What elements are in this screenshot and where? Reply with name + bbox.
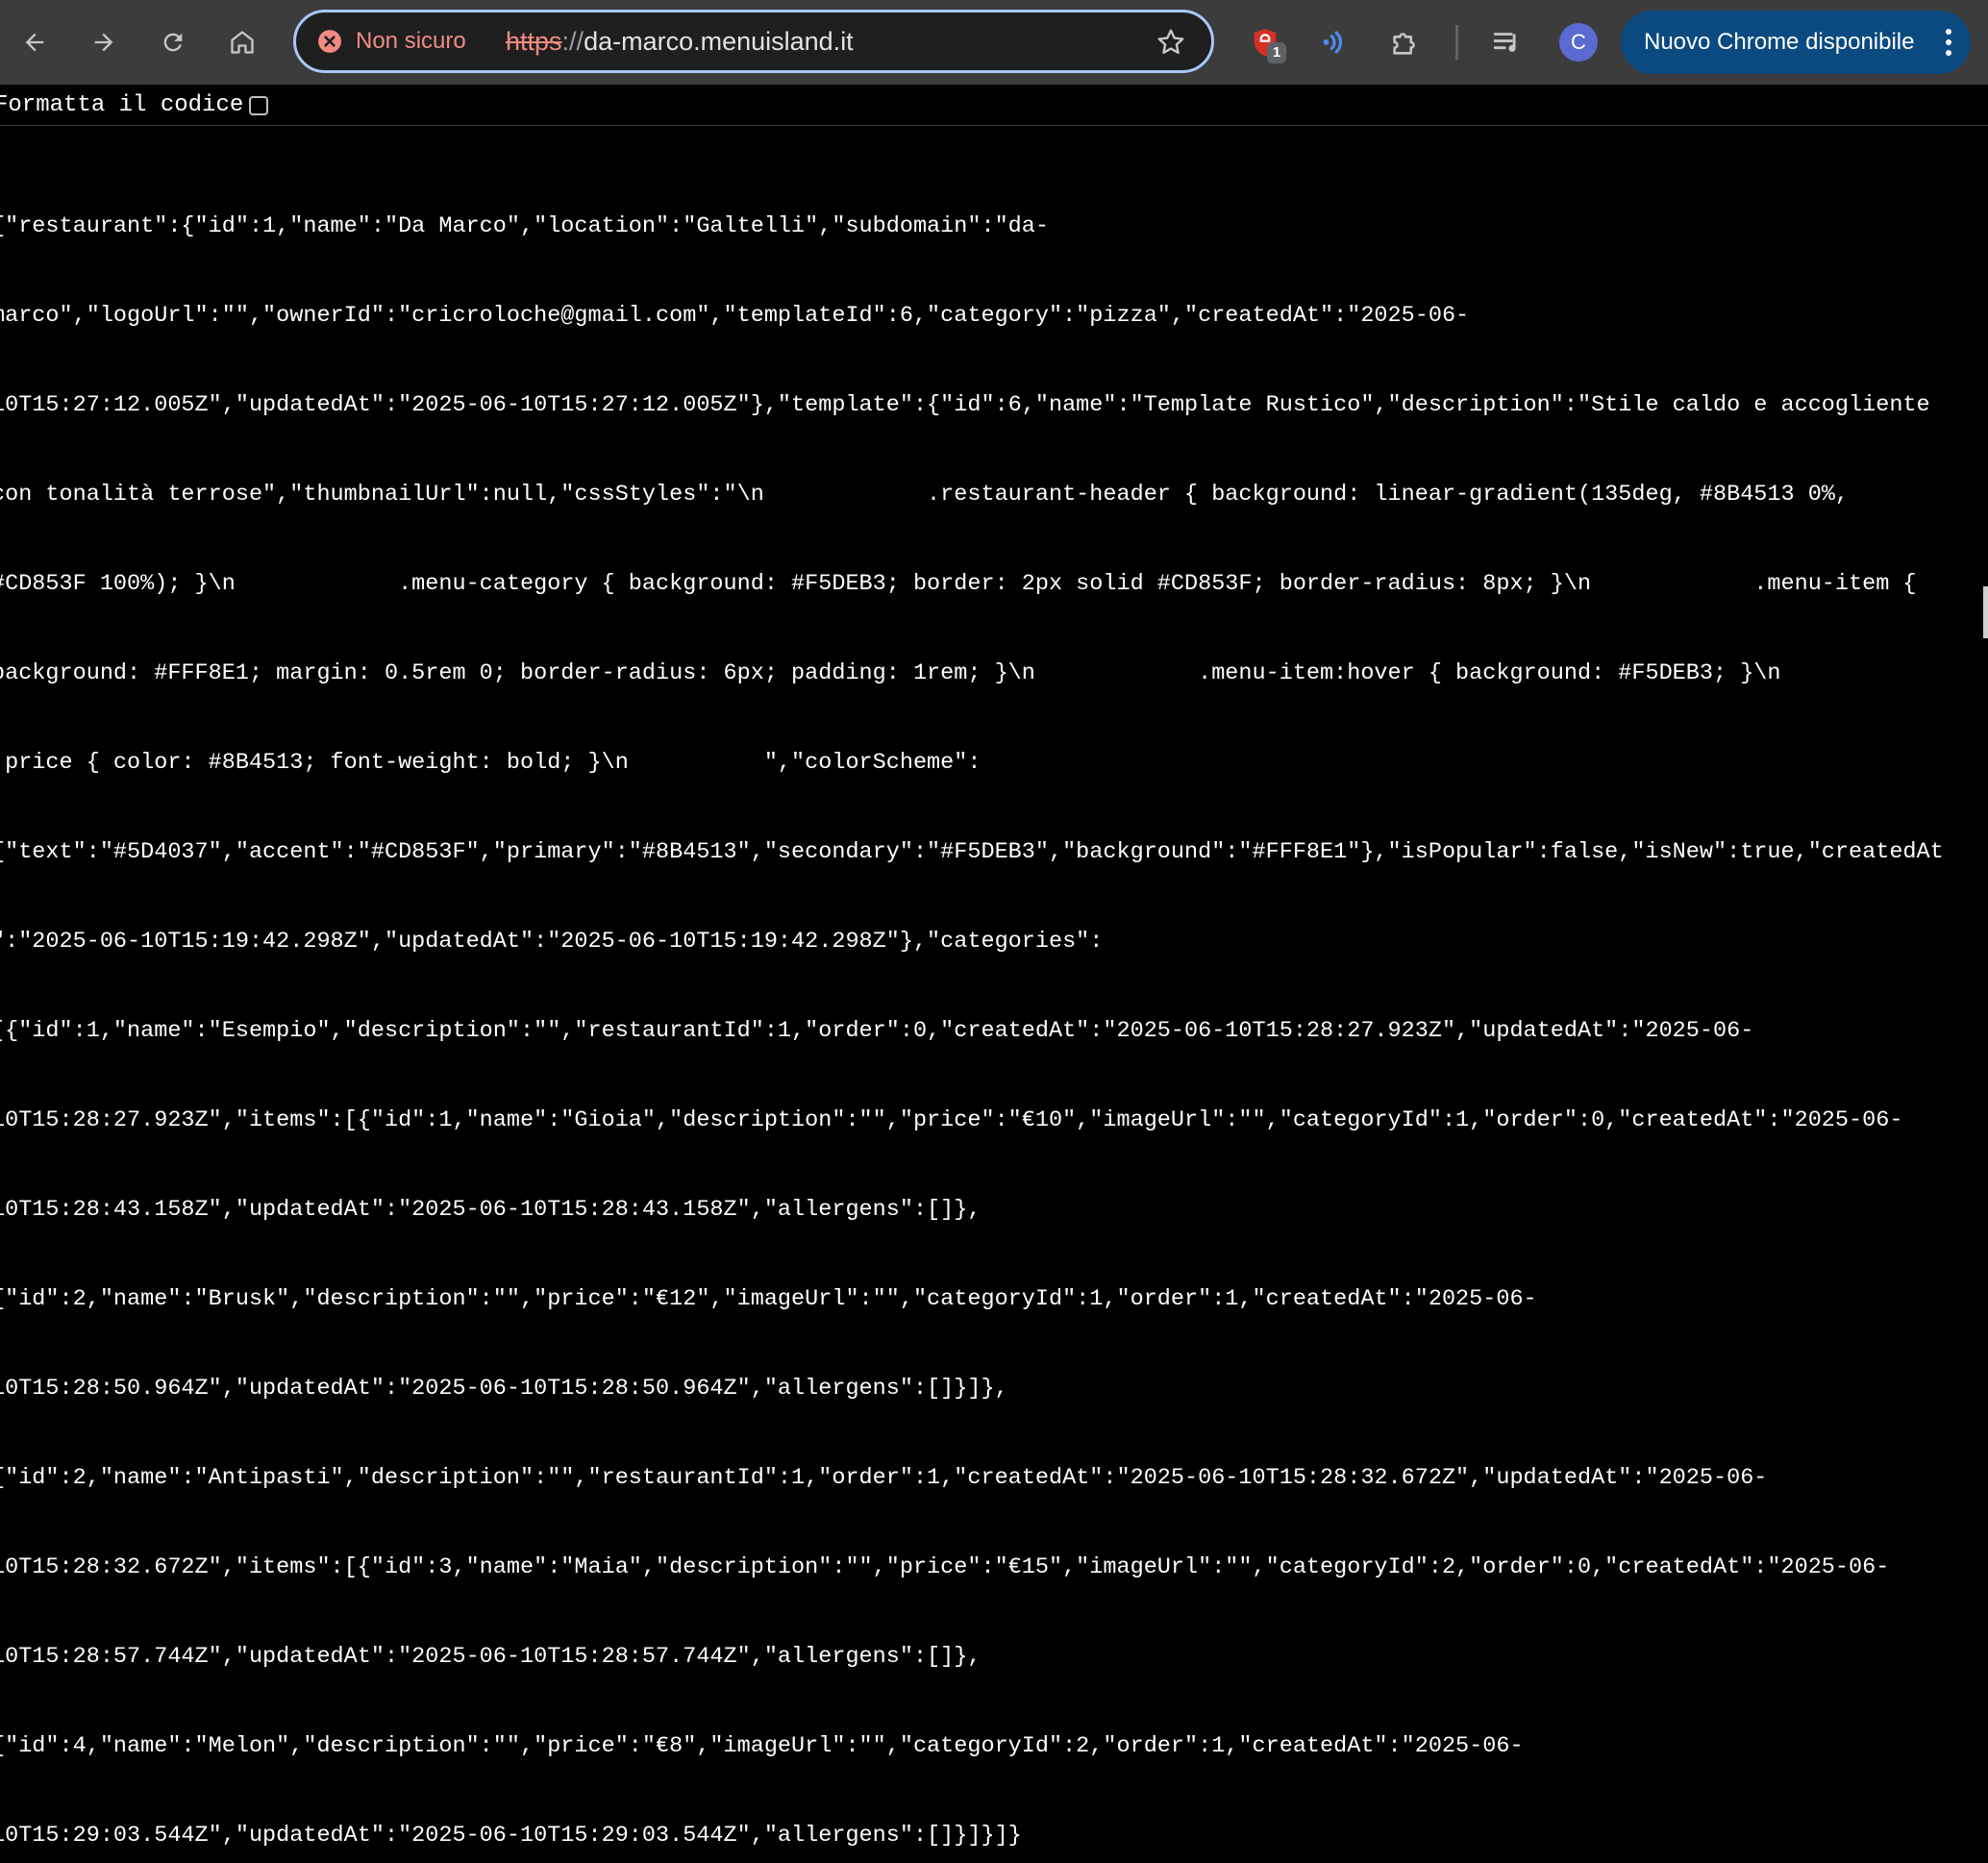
update-button-label: Nuovo Chrome disponibile xyxy=(1644,29,1915,55)
more-vert-icon[interactable] xyxy=(1944,27,1953,58)
arrow-right-icon xyxy=(94,33,113,52)
shield-extension-button[interactable]: 1 xyxy=(1244,21,1286,63)
home-button[interactable] xyxy=(221,21,263,63)
back-button[interactable] xyxy=(13,21,56,63)
not-secure-icon[interactable] xyxy=(317,29,342,54)
json-content: {"restaurant":{"id":1,"name":"Da Marco",… xyxy=(0,152,1972,1863)
json-line: 10T15:27:12.005Z","updatedAt":"2025-06-1… xyxy=(0,392,1930,418)
format-code-label: Formatta il codice xyxy=(0,92,244,118)
extensions-button[interactable] xyxy=(1384,21,1427,63)
json-line: 10T15:29:03.544Z","updatedAt":"2025-06-1… xyxy=(0,1823,1022,1849)
json-line: {"restaurant":{"id":1,"name":"Da Marco",… xyxy=(0,213,1049,239)
chrome-update-button[interactable]: Nuovo Chrome disponibile xyxy=(1621,11,1971,74)
json-line: {"id":2,"name":"Brusk","description":"",… xyxy=(0,1286,1537,1312)
json-line: 10T15:28:27.923Z","items":[{"id":1,"name… xyxy=(0,1107,1903,1133)
json-line: .price { color: #8B4513; font-weight: bo… xyxy=(0,750,982,776)
pretty-print-bar: Formatta il codice xyxy=(0,85,1988,126)
media-controls-button[interactable] xyxy=(1486,21,1528,63)
address-bar[interactable]: Non sicuro https://da-marco.menuisland.i… xyxy=(293,10,1214,73)
forward-button[interactable] xyxy=(83,21,125,63)
broadcast-waves-icon xyxy=(1323,31,1343,54)
url-text[interactable]: https://da-marco.menuisland.it xyxy=(506,26,854,57)
url-host: da-marco.menuisland.it xyxy=(584,27,854,56)
arrow-left-icon xyxy=(25,33,44,52)
json-line: {"text":"#5D4037","accent":"#CD853F","pr… xyxy=(0,839,1944,865)
browser-toolbar: Non sicuro https://da-marco.menuisland.i… xyxy=(0,0,1988,85)
format-code-checkbox[interactable] xyxy=(249,96,268,115)
playlist-music-icon xyxy=(1493,33,1516,52)
json-line: marco","logoUrl":"","ownerId":"cricroloc… xyxy=(0,303,1470,329)
json-line: #CD853F 100%); }\n .menu-category { back… xyxy=(0,571,1917,597)
json-line: 10T15:28:57.744Z","updatedAt":"2025-06-1… xyxy=(0,1644,982,1670)
extension-badge: 1 xyxy=(1267,42,1286,63)
json-line: [{"id":1,"name":"Esempio","description":… xyxy=(0,1018,1754,1044)
json-line: con tonalità terrose","thumbnailUrl":nul… xyxy=(0,482,1850,508)
home-icon xyxy=(231,31,254,54)
json-line: background: #FFF8E1; margin: 0.5rem 0; b… xyxy=(0,660,1781,686)
url-scheme: https xyxy=(506,27,562,56)
json-line: 10T15:28:43.158Z","updatedAt":"2025-06-1… xyxy=(0,1197,982,1223)
json-line: 10T15:28:50.964Z","updatedAt":"2025-06-1… xyxy=(0,1376,1008,1402)
security-status-label[interactable]: Non sicuro xyxy=(356,26,466,57)
json-line: 10T15:28:32.672Z","items":[{"id":3,"name… xyxy=(0,1554,1890,1580)
reload-icon xyxy=(163,33,183,52)
puzzle-piece-icon xyxy=(1393,33,1415,55)
audio-extension-button[interactable] xyxy=(1313,21,1355,63)
json-line: {"id":4,"name":"Melon","description":"",… xyxy=(0,1733,1524,1759)
scrollbar-thumb[interactable] xyxy=(1983,586,1988,638)
profile-avatar[interactable]: C xyxy=(1559,23,1598,62)
url-separator: :// xyxy=(561,27,584,56)
reload-button[interactable] xyxy=(152,21,194,63)
json-line: {"id":2,"name":"Antipasti","description"… xyxy=(0,1465,1768,1491)
toolbar-divider xyxy=(1455,25,1458,60)
bookmark-star-icon[interactable] xyxy=(1156,27,1186,58)
